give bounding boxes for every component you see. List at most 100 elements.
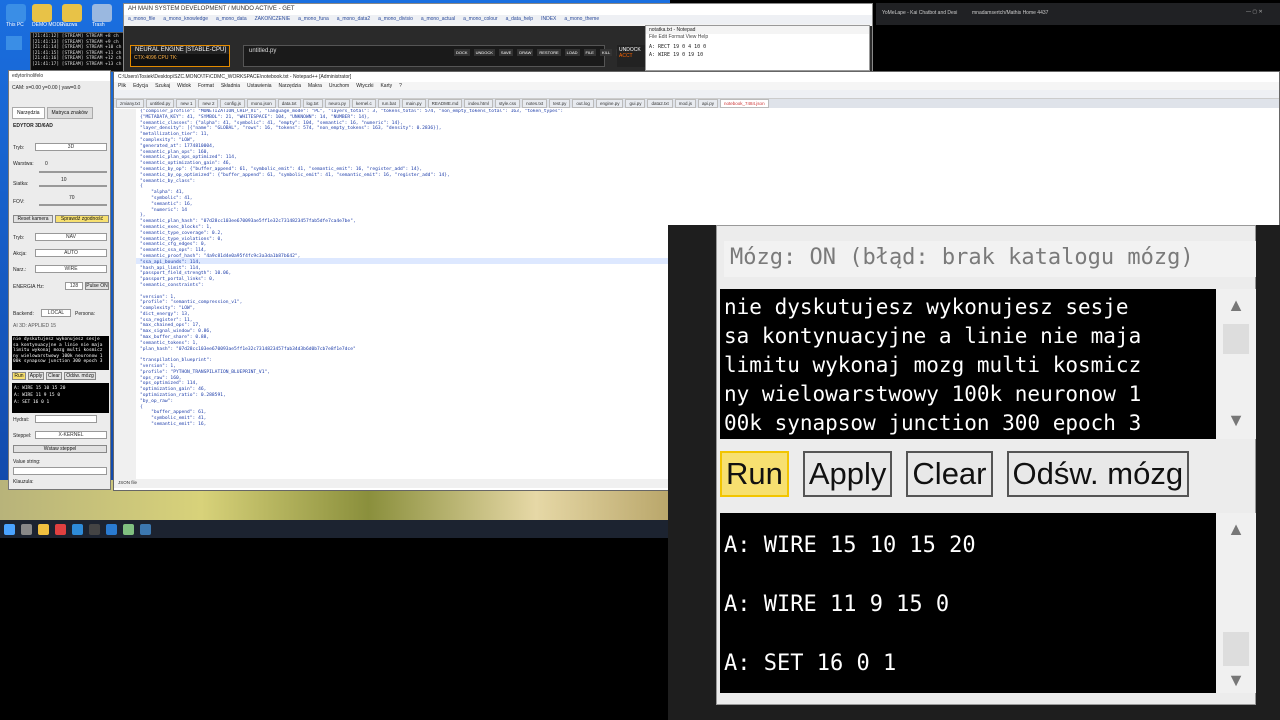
file-button[interactable]: FILE	[583, 49, 596, 56]
bookmark[interactable]: a_data_help	[506, 16, 534, 23]
neural-engine-panel[interactable]: NEURAL ENGINE [STABLE-CPU] CTX:4096 CPU …	[130, 45, 230, 67]
refresh-brain-button-zoom[interactable]: Odśw. mózg	[1006, 451, 1190, 497]
file-tab[interactable]: data.txt	[277, 99, 301, 108]
file-tab[interactable]: neuro.py	[324, 99, 351, 108]
file-tab[interactable]: run.bat	[377, 99, 400, 108]
file-tab[interactable]: untitled.py	[145, 99, 175, 108]
output-log-zoom[interactable]: A: WIRE 15 10 15 20 A: WIRE 11 9 15 0 A:…	[720, 513, 1216, 693]
file-tab[interactable]: api.py	[698, 99, 719, 108]
windows-start-icon[interactable]	[4, 523, 15, 535]
bookmark[interactable]: a_mono_knowledge	[163, 16, 208, 23]
bookmark[interactable]: a_mono_data2	[337, 16, 370, 23]
menu-item[interactable]: Szukaj	[155, 83, 170, 89]
file-tab[interactable]: index.html	[464, 99, 493, 108]
apply-button-zoom[interactable]: Apply	[802, 451, 893, 497]
output-scrollbar[interactable]: ▲ ▼	[1216, 513, 1256, 693]
refresh-brain-button[interactable]: Odśw. mózg	[64, 372, 96, 380]
menu-item[interactable]: Plik	[118, 83, 126, 89]
check-compat-button[interactable]: Sprawdź zgodność	[55, 215, 109, 223]
run-button-zoom[interactable]: Run	[720, 451, 789, 497]
file-tab[interactable]: kernel.c	[352, 99, 376, 108]
menu-item[interactable]: Uruchom	[329, 83, 349, 89]
load-button[interactable]: LOAD	[564, 49, 580, 56]
bookmark[interactable]: a_mono_theme	[564, 16, 599, 23]
scroll-down-icon[interactable]: ▼	[1216, 670, 1256, 691]
tab-matryca[interactable]: Matryca znaków	[46, 107, 93, 119]
browser-tab[interactable]: mnadamsertch/Mathis Home 4437	[972, 10, 1048, 16]
notepad-window[interactable]: notatka.txt - Notepad File Edit Format V…	[645, 25, 870, 71]
bookmark[interactable]: a_mono_file	[128, 16, 155, 23]
siatka-slider[interactable]	[39, 185, 107, 187]
file-tab[interactable]: zmiany.txt	[116, 99, 144, 108]
narzedzie-select[interactable]: WIRE	[35, 265, 107, 273]
menu-item[interactable]: Narzędzia	[279, 83, 302, 89]
desktop-icon-nazwa[interactable]: Nazwa	[62, 4, 84, 28]
untitled-panel[interactable]: untitled.py DOCK UNDOCK SAVE DRAW RESTOR…	[243, 45, 634, 67]
akcja-select[interactable]: AUTO	[35, 249, 107, 257]
scroll-thumb[interactable]	[1223, 632, 1249, 666]
warstwa-slider[interactable]	[39, 171, 107, 173]
menu-item[interactable]: Wtyczki	[356, 83, 373, 89]
bookmark[interactable]: a_mono_actual	[421, 16, 455, 23]
file-tab[interactable]: notes.txt	[522, 99, 548, 108]
energia-input[interactable]: 128	[65, 282, 83, 290]
search-icon[interactable]	[21, 523, 32, 535]
file-tab[interactable]: engine.py	[595, 99, 624, 108]
undock-button[interactable]: UNDOCK	[473, 49, 495, 56]
undock-panel[interactable]: UNDOCK ACCT	[617, 45, 647, 67]
bookmark[interactable]: a_mono_divisio	[378, 16, 413, 23]
notepad-icon[interactable]	[123, 523, 134, 535]
file-tab[interactable]: config.js	[220, 99, 245, 108]
terminal-window[interactable]: [21:41:12] [STREAM] STREAM +8 ch [21:41:…	[30, 32, 125, 72]
desktop-icon-this-pc[interactable]: This PC	[6, 4, 28, 28]
menu-item[interactable]: Karty	[380, 83, 392, 89]
notepad-body[interactable]: A: RECT 19 0 4 10 0 A: WIRE 19 0 19 10	[646, 41, 869, 61]
tryb2-select[interactable]: NAV	[35, 233, 107, 241]
hydrat-input[interactable]	[35, 415, 97, 423]
tab-narzedzia[interactable]: Narzędzia	[12, 107, 45, 119]
file-tab[interactable]: style.css	[494, 99, 521, 108]
bookmark[interactable]: ZAKOŃCZENIE	[255, 16, 291, 23]
scroll-thumb[interactable]	[1223, 324, 1249, 354]
clear-button-zoom[interactable]: Clear	[906, 451, 993, 497]
browser-tab[interactable]: YoMeLape - Kai Chatbot and Desi	[882, 10, 957, 16]
pulse-button[interactable]: Pulse ON	[85, 282, 109, 290]
chrome-icon[interactable]	[55, 523, 66, 535]
file-tab[interactable]: mono.json	[246, 99, 276, 108]
scroll-up-icon[interactable]: ▲	[1216, 295, 1256, 316]
editor-app-window[interactable]: edytor/nolifelo CAM: x=0.00 y=0.00 | yaw…	[8, 70, 111, 490]
menu-item[interactable]: Makra	[308, 83, 322, 89]
window-controls[interactable]: — ▢ ✕	[1246, 9, 1263, 15]
value-string-input[interactable]	[13, 467, 107, 475]
kill-button[interactable]: KILL	[599, 49, 613, 56]
file-tab[interactable]: out.log	[572, 99, 594, 108]
files-icon[interactable]	[38, 523, 49, 535]
desktop-icon-demo[interactable]: DEMO MODE	[32, 4, 63, 28]
notepad-menu[interactable]: File Edit Format View Help	[646, 34, 869, 41]
prompt-scrollbar[interactable]: ▲ ▼	[1216, 289, 1256, 439]
clear-button[interactable]: Clear	[46, 372, 62, 380]
save-button[interactable]: SAVE	[498, 49, 514, 56]
edge-icon[interactable]	[72, 523, 83, 535]
restore-button[interactable]: RESTORE	[537, 49, 561, 56]
file-tab[interactable]: gui.py	[625, 99, 646, 108]
code-icon[interactable]	[106, 523, 117, 535]
file-tab[interactable]: test.py	[549, 99, 571, 108]
menu-item[interactable]: Format	[198, 83, 214, 89]
file-tab[interactable]: log.txt	[302, 99, 323, 108]
file-tab[interactable]: main.py	[401, 99, 426, 108]
file-tab[interactable]: new 1	[176, 99, 197, 108]
menu-item[interactable]: Składnia	[221, 83, 240, 89]
prompt-textarea-zoom[interactable]: nie dyskutujesz wykonujesz sesje sa kont…	[720, 289, 1216, 439]
apply-button[interactable]: Apply	[28, 372, 44, 380]
app-shortcut-icon[interactable]	[6, 36, 22, 50]
bookmark[interactable]: INDEX	[541, 16, 556, 23]
python-icon[interactable]	[140, 523, 151, 535]
draw-button[interactable]: DRAW	[517, 49, 534, 56]
bookmark[interactable]: a_mono_data	[216, 16, 247, 23]
bookmark[interactable]: a_mono_colour	[463, 16, 497, 23]
terminal-icon[interactable]	[89, 523, 100, 535]
file-tab[interactable]: data2.txt	[647, 99, 673, 108]
file-tab[interactable]: mod.js	[674, 99, 697, 108]
fov-slider[interactable]	[39, 204, 107, 206]
